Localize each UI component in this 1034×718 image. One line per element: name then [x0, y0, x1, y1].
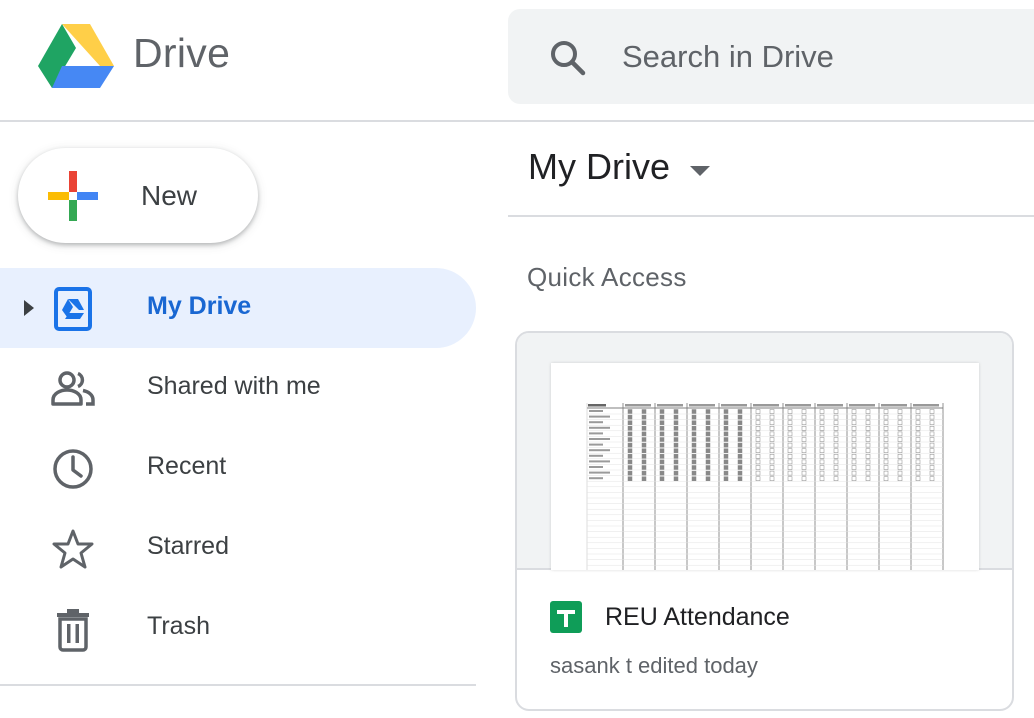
people-icon — [51, 371, 95, 406]
file-name: REU Attendance — [605, 603, 790, 631]
expand-caret-icon[interactable] — [22, 296, 36, 320]
sidebar-item-label: Recent — [147, 452, 227, 480]
trash-icon — [57, 609, 89, 652]
new-button-label: New — [141, 180, 198, 211]
header-divider — [0, 120, 1034, 122]
sidebar-item-starred[interactable]: Starred — [0, 508, 476, 588]
sidebar-item-shared-with-me[interactable]: Shared with me — [0, 348, 476, 428]
colorful-plus-icon — [48, 171, 98, 221]
google-drive-logo-icon[interactable] — [38, 22, 114, 90]
file-thumbnail — [517, 333, 1012, 570]
search-icon[interactable] — [548, 38, 588, 78]
quick-access-file-card[interactable]: REU Attendance sasank t edited today — [515, 331, 1014, 711]
caret-down-icon[interactable] — [688, 164, 712, 178]
sidebar-item-recent[interactable]: Recent — [0, 428, 476, 508]
spreadsheet-preview-graphic — [586, 403, 944, 570]
new-button[interactable]: New — [18, 148, 258, 243]
google-sheets-icon — [550, 601, 582, 633]
search-bar[interactable] — [508, 9, 1034, 104]
my-drive-icon — [54, 287, 92, 331]
sidebar-divider — [0, 684, 476, 686]
quick-access-heading: Quick Access — [527, 262, 687, 292]
file-meta: sasank t edited today — [550, 653, 758, 678]
search-input[interactable] — [622, 37, 1022, 77]
sidebar-item-label: My Drive — [147, 292, 252, 320]
sidebar-item-label: Shared with me — [147, 372, 321, 400]
sidebar-item-my-drive[interactable]: My Drive — [0, 268, 476, 348]
drive-brand-title[interactable]: Drive — [133, 30, 230, 77]
sidebar-item-label: Starred — [147, 532, 229, 560]
main-divider — [508, 215, 1034, 217]
clock-icon — [53, 449, 93, 489]
sidebar-item-trash[interactable]: Trash — [0, 588, 476, 668]
page-title[interactable]: My Drive — [528, 146, 670, 188]
sidebar-item-label: Trash — [147, 612, 210, 640]
star-icon — [52, 529, 94, 569]
spreadsheet-preview — [551, 363, 979, 570]
